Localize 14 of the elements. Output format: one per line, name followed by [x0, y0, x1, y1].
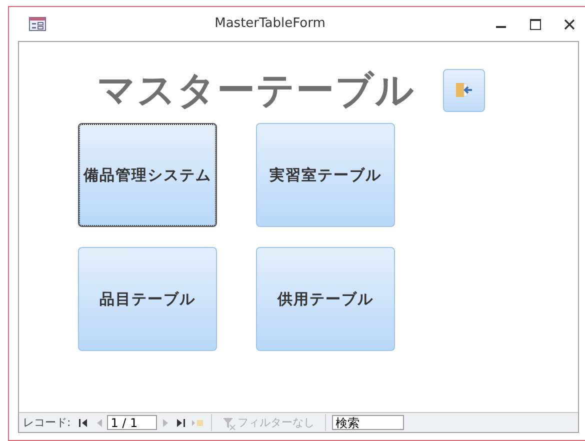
- menu-button[interactable]: 備品管理システム: [78, 123, 217, 227]
- menu-button[interactable]: 品目テーブル: [78, 247, 217, 351]
- record-field[interactable]: 1 / 1: [106, 415, 157, 430]
- maximize-icon[interactable]: [530, 18, 540, 30]
- door-icon: [454, 81, 474, 99]
- menu-button[interactable]: 供用テーブル: [256, 247, 395, 351]
- window-title: MasterTableForm: [214, 16, 326, 31]
- close-icon[interactable]: [564, 18, 574, 30]
- record-label: レコード:: [23, 415, 71, 430]
- form-icon: [29, 17, 46, 31]
- filter-icon: [222, 416, 236, 430]
- menu-button[interactable]: 実習室テーブル: [256, 123, 395, 227]
- form-heading: マスターテーブル: [97, 66, 415, 114]
- search-field[interactable]: 検索: [332, 415, 404, 430]
